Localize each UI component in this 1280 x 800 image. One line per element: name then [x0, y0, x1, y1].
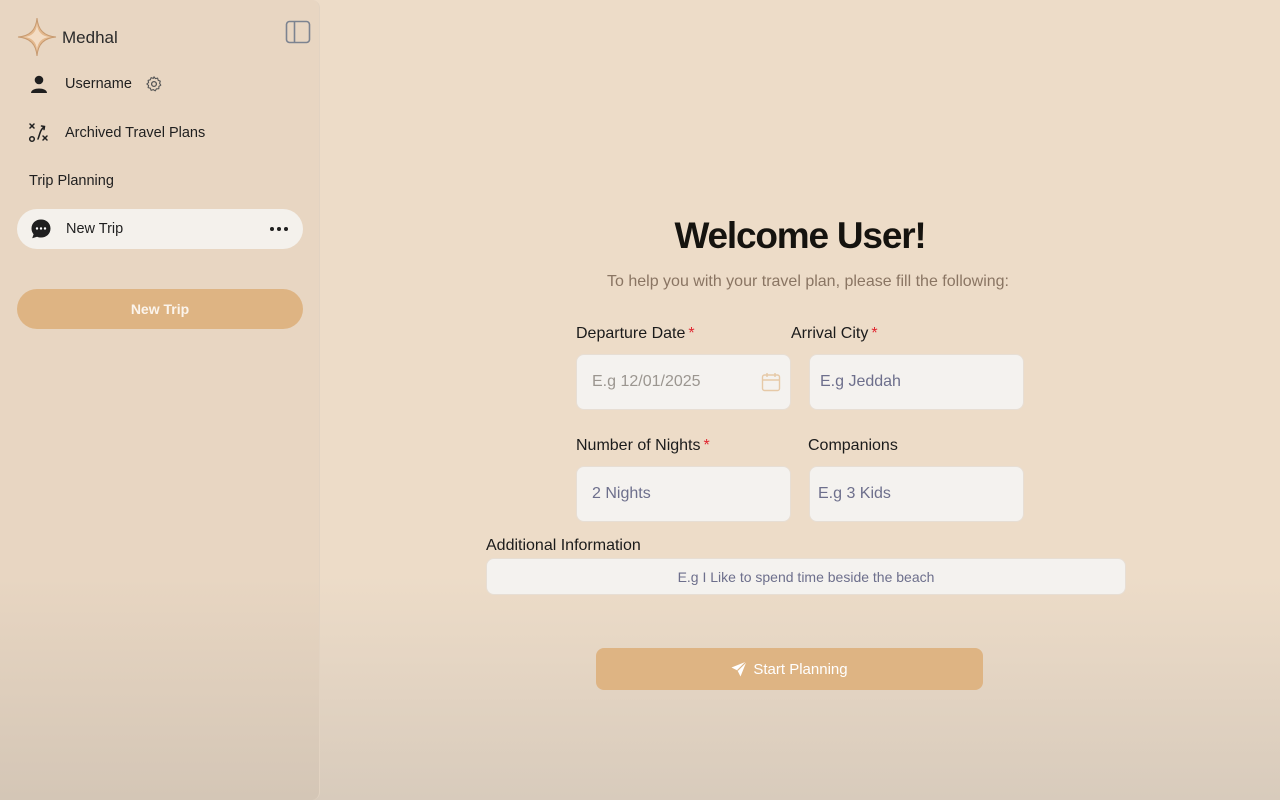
chat-item-new-trip[interactable]: New Trip	[17, 209, 303, 249]
archived-travel-plans-label: Archived Travel Plans	[65, 125, 206, 141]
number-of-nights-input[interactable]	[592, 485, 790, 503]
new-trip-button[interactable]: New Trip	[17, 289, 303, 329]
brand-name: Medhal	[62, 28, 118, 47]
welcome-title: Welcome User!	[674, 215, 926, 256]
required-mark: *	[688, 325, 695, 342]
chat-item-label: New Trip	[66, 221, 124, 237]
medhal-logo-icon	[17, 17, 57, 57]
companions-input[interactable]	[818, 485, 1023, 503]
companions-field[interactable]	[809, 466, 1024, 522]
send-icon	[731, 661, 748, 677]
start-planning-button[interactable]: Start Planning	[596, 648, 983, 690]
additional-information-input[interactable]	[487, 559, 1125, 594]
departure-date-field[interactable]	[576, 354, 791, 410]
required-mark: *	[703, 437, 710, 454]
chat-bubble-icon	[31, 219, 51, 239]
number-of-nights-label: Number of Nights *	[576, 437, 710, 454]
user-profile-row[interactable]: Username	[28, 73, 163, 95]
arrival-city-label: Arrival City *	[791, 325, 878, 342]
calendar-icon[interactable]	[761, 372, 781, 392]
number-of-nights-field[interactable]	[576, 466, 791, 522]
additional-information-label: Additional Information	[486, 537, 641, 554]
strategy-icon	[28, 122, 50, 144]
companions-label: Companions	[808, 437, 898, 454]
more-options-icon[interactable]	[269, 221, 289, 237]
archived-travel-plans-link[interactable]: Archived Travel Plans	[28, 122, 205, 144]
user-icon	[28, 73, 50, 95]
sidebar-toggle-icon[interactable]	[285, 20, 311, 44]
trip-planning-section-label: Trip Planning	[29, 173, 114, 189]
arrival-city-field[interactable]	[809, 354, 1024, 410]
username-label: Username	[65, 76, 132, 92]
required-mark: *	[871, 325, 878, 342]
sidebar: Medhal Username Archived Travel Plans Tr…	[0, 0, 320, 800]
settings-gear-icon[interactable]	[145, 75, 163, 93]
brand[interactable]: Medhal	[16, 16, 118, 58]
departure-date-label: Departure Date *	[576, 325, 695, 342]
start-planning-label: Start Planning	[753, 660, 848, 678]
additional-information-field[interactable]	[486, 558, 1126, 595]
arrival-city-input[interactable]	[820, 373, 1023, 391]
welcome-subtitle: To help you with your travel plan, pleas…	[607, 273, 1009, 290]
